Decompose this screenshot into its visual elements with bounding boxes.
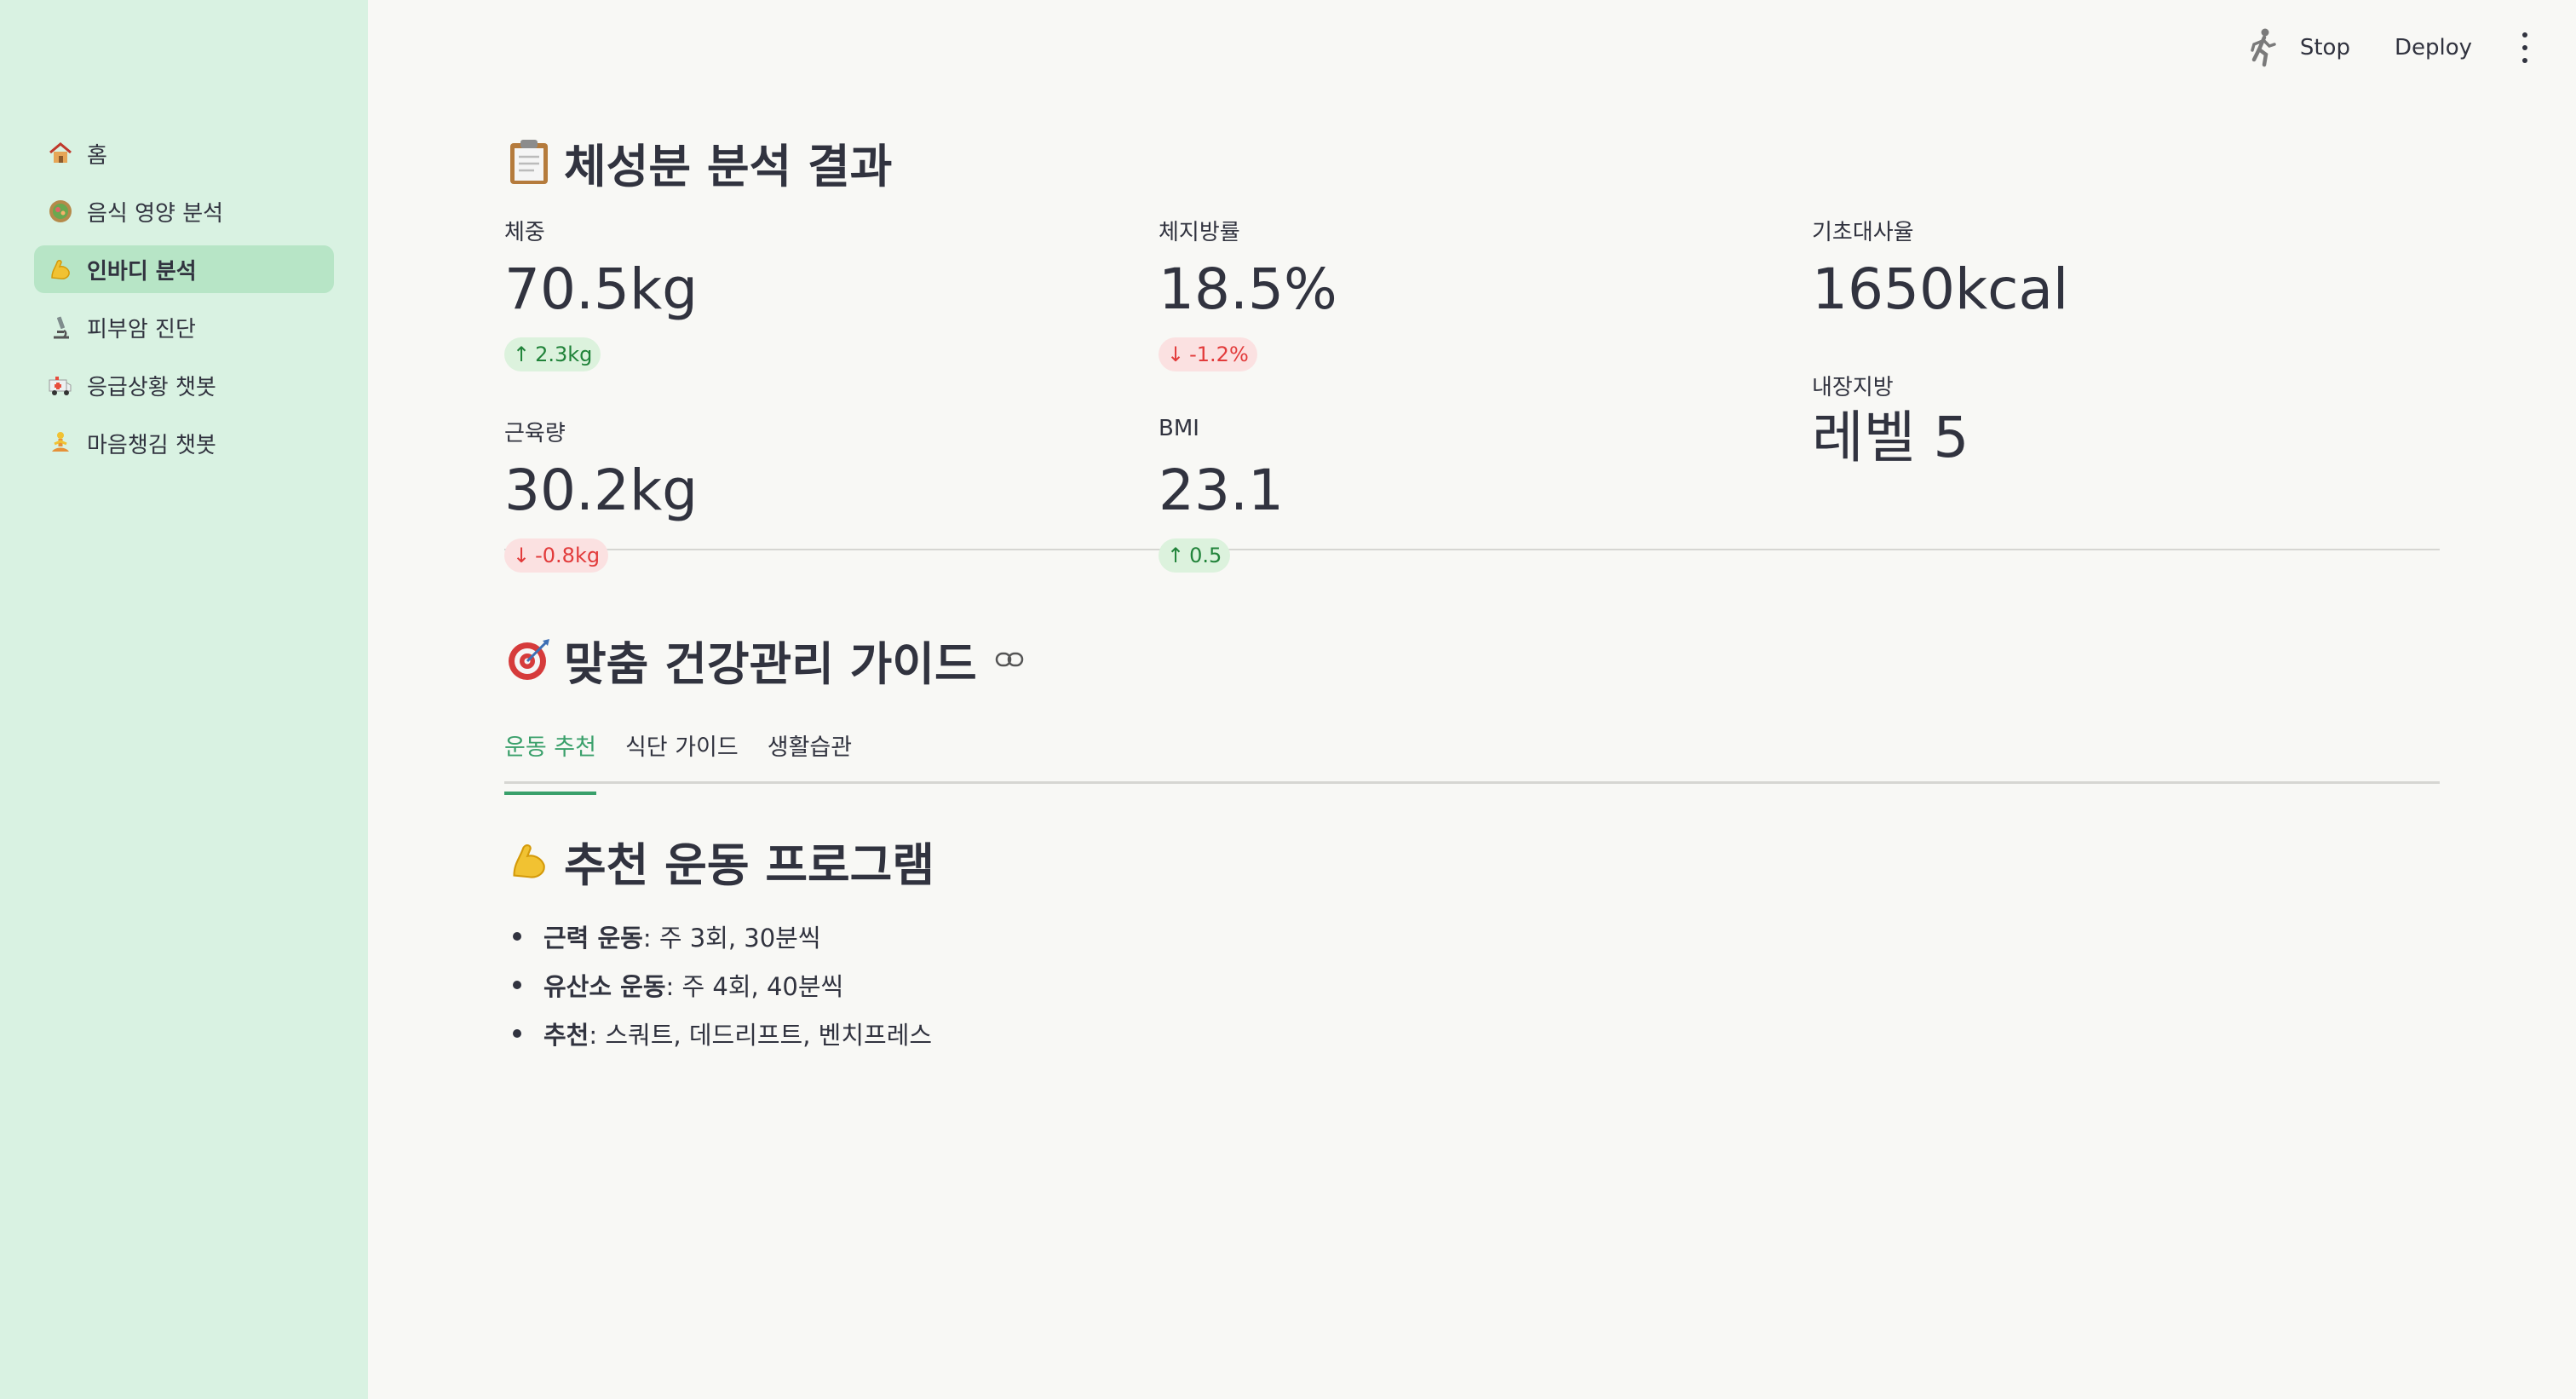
- tab-diet[interactable]: 식단 가이드: [625, 726, 739, 781]
- main-content: 체성분 분석 결과 체중 70.5kg ↑ 2.3kg 체지방률 18.5% ↓ -…: [504, 128, 2440, 1057]
- metric-label: 체중: [504, 220, 545, 245]
- guide-tabs: 운동 추천 식단 가이드 생활습관: [504, 726, 2440, 795]
- running-man-icon: [2242, 27, 2283, 68]
- sidebar-item-label: 음식 영양 분석: [87, 200, 224, 227]
- list-item-text: : 스쿼트, 데드리프트, 벤치프레스: [589, 1020, 933, 1050]
- list-item: 근력 운동: 주 3회, 30분씩: [504, 912, 2440, 960]
- list-item-text: : 주 4회, 40분씩: [665, 971, 844, 1001]
- list-item: 유산소 운동: 주 4회, 40분씩: [504, 960, 2440, 1009]
- sidebar-item-skin-cancer[interactable]: 피부암 진단: [34, 303, 334, 351]
- metric-value: 30.2kg: [504, 458, 699, 523]
- ambulance-icon: [46, 371, 75, 400]
- metric-delta-value: 2.3kg: [535, 343, 593, 366]
- metric-value: 70.5kg: [504, 256, 699, 322]
- sidebar-item-label: 인바디 분석: [87, 258, 197, 285]
- sidebar-item-home[interactable]: 홈: [34, 130, 334, 177]
- salad-icon: [46, 197, 75, 226]
- arrow-down-icon: ↓: [513, 544, 531, 567]
- metric-delta: ↑ 0.5: [1159, 538, 1231, 573]
- metric-bmi: BMI 23.1 ↑ 0.5: [1159, 416, 1755, 573]
- arrow-up-icon: ↑: [1167, 544, 1185, 567]
- sidebar-item-emergency-chatbot[interactable]: 응급상황 챗봇: [34, 361, 334, 409]
- metric-body-fat: 체지방률 18.5% ↓ -1.2%: [1159, 215, 1755, 371]
- list-item: 추천: 스쿼트, 데드리프트, 벤치프레스: [504, 1009, 2440, 1057]
- metric-delta-value: -0.8kg: [535, 544, 601, 567]
- metric-label: 기초대사율: [1812, 220, 1914, 245]
- arrow-up-icon: ↑: [513, 343, 531, 366]
- list-item-text: : 주 3회, 30분씩: [642, 923, 821, 953]
- program-heading: 추천 운동 프로그램: [504, 826, 2440, 895]
- metric-delta: ↓ -0.8kg: [504, 538, 609, 573]
- program-title: 추천 운동 프로그램: [564, 838, 935, 892]
- list-item-label: 유산소 운동: [543, 971, 666, 1001]
- list-item-label: 추천: [543, 1020, 589, 1050]
- metric-value: 1650kcal: [1812, 256, 2069, 322]
- metric-value: 18.5%: [1159, 256, 1337, 322]
- results-heading: 체성분 분석 결과: [504, 128, 2440, 196]
- metric-delta-value: 0.5: [1189, 544, 1222, 567]
- more-vert-icon[interactable]: [2516, 32, 2533, 63]
- arrow-down-icon: ↓: [1167, 343, 1185, 366]
- metric-delta: ↑ 2.3kg: [504, 337, 601, 371]
- flexed-biceps-icon: [46, 255, 75, 284]
- tab-lifestyle[interactable]: 생활습관: [768, 726, 852, 781]
- metric-label: BMI: [1159, 416, 1199, 441]
- metric-delta-value: -1.2%: [1189, 343, 1249, 366]
- flexed-biceps-icon: [504, 836, 554, 885]
- metric-weight: 체중 70.5kg ↑ 2.3kg: [504, 215, 1101, 371]
- sidebar-item-mindfulness-chatbot[interactable]: 마음챙김 챗봇: [34, 419, 334, 467]
- microscope-icon: [46, 313, 75, 342]
- sidebar-item-food-nutrition[interactable]: 음식 영양 분석: [34, 187, 334, 235]
- metric-value: 23.1: [1159, 458, 1284, 523]
- metric-label: 내장지방: [1812, 375, 1894, 400]
- metric-visceral-fat: 내장지방 레벨 5: [1812, 370, 2408, 472]
- stop-button[interactable]: Stop: [2300, 35, 2350, 60]
- tab-exercise[interactable]: 운동 추천: [504, 726, 596, 795]
- metric-bmr: 기초대사율 1650kcal: [1812, 215, 2408, 324]
- results-title: 체성분 분석 결과: [564, 139, 893, 193]
- metrics-grid: 체중 70.5kg ↑ 2.3kg 체지방률 18.5% ↓ -1.2% 기초대사율…: [504, 215, 2440, 692]
- metric-value: 레벨 5: [1812, 405, 1969, 470]
- clipboard-icon: [504, 137, 554, 187]
- sidebar-item-label: 마음챙김 챗봇: [87, 432, 216, 458]
- app-toolbar: Stop Deploy: [2242, 24, 2550, 72]
- metric-label: 근육량: [504, 421, 566, 446]
- sidebar-item-label: 피부암 진단: [87, 316, 196, 343]
- deploy-button[interactable]: Deploy: [2395, 35, 2472, 60]
- meditation-icon: [46, 429, 75, 458]
- sidebar-item-label: 홈: [87, 142, 107, 169]
- metric-delta: ↓ -1.2%: [1159, 337, 1257, 371]
- list-item-label: 근력 운동: [543, 923, 643, 953]
- sidebar-nav: 홈 음식 영양 분석 인바디 분석 피부암 진단 응급상황 챗봇 마음챙김 챗봇: [34, 130, 334, 477]
- metric-muscle: 근육량 30.2kg ↓ -0.8kg: [504, 416, 1101, 573]
- sidebar-item-inbody[interactable]: 인바디 분석: [34, 245, 334, 293]
- sidebar-item-label: 응급상황 챗봇: [87, 374, 216, 400]
- house-icon: [46, 139, 75, 168]
- program-list: 근력 운동: 주 3회, 30분씩 유산소 운동: 주 4회, 40분씩 추천:…: [504, 912, 2440, 1057]
- metric-label: 체지방률: [1159, 220, 1240, 245]
- sidebar: 홈 음식 영양 분석 인바디 분석 피부암 진단 응급상황 챗봇 마음챙김 챗봇: [0, 0, 368, 1399]
